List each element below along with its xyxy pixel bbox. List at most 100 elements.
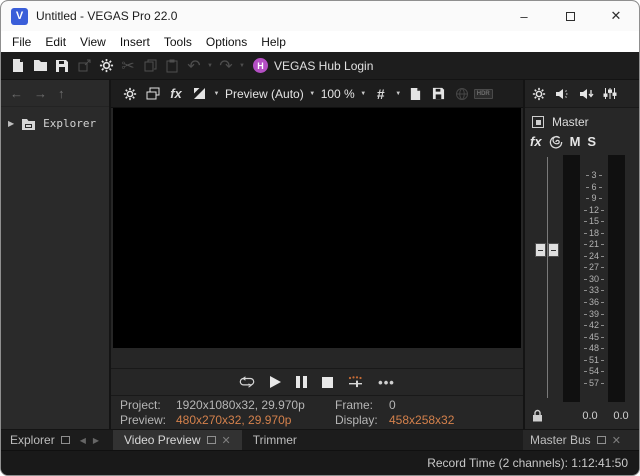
menu-item[interactable]: Options [199,33,254,51]
meter-scale-row: 45 [580,332,608,342]
tab-explorer[interactable]: Explorer ◀ ▶ [1,430,113,450]
paste-icon[interactable] [161,55,183,77]
frame-value: 0 [389,398,396,412]
nav-up-icon[interactable]: ↑ [58,86,65,101]
menu-item[interactable]: File [5,33,38,51]
float-window-icon[interactable] [206,436,216,444]
pause-button[interactable] [296,376,308,388]
new-project-icon[interactable] [7,55,29,77]
menu-bar: File Edit View Insert Tools Options Help [1,31,639,52]
undo-dropdown-icon[interactable]: ▼ [205,63,215,69]
close-button[interactable]: ✕ [593,1,639,31]
solo-button[interactable]: S [587,134,596,149]
save-snapshot-icon[interactable] [428,83,450,105]
maximize-button[interactable] [547,1,593,31]
meter-bar-left [563,155,580,402]
float-window-icon[interactable] [596,436,606,444]
plugin-chain-spiral-icon[interactable] [549,135,563,149]
master-bus-name: Master [552,115,589,129]
tab-scroll-left-icon[interactable]: ◀ [80,436,86,445]
overlays-grid-icon[interactable]: # [370,83,392,105]
bus-square-icon[interactable] [532,116,544,128]
lock-icon[interactable] [532,409,543,422]
copy-icon[interactable] [139,55,161,77]
redo-dropdown-icon[interactable]: ▼ [237,63,247,69]
split-screen-view-icon[interactable] [188,83,210,105]
preview-value: 480x270x32, 29.970p [176,413,292,427]
fader-handles[interactable] [535,243,559,257]
preview-quality-value[interactable]: Preview (Auto) [223,87,306,101]
stop-button[interactable] [322,376,334,388]
preview-properties-gear-icon[interactable] [119,83,141,105]
tree-expand-icon[interactable]: ▶ [8,119,14,128]
spatial-audio-icon[interactable] [451,83,473,105]
tab-master-bus[interactable]: Master Bus ✕ [523,430,639,450]
master-fx-button[interactable]: fx [530,134,542,149]
play-button[interactable] [270,376,282,388]
fader-handle-right[interactable] [548,243,559,257]
window-title: Untitled - VEGAS Pro 22.0 [36,9,178,23]
meter-scale-row: 48 [580,344,608,353]
preview-zoom-dropdown-icon[interactable]: ▼ [358,91,369,97]
shuttle-control-icon[interactable] [348,375,363,389]
meter-scale-row: 33 [580,286,608,295]
copy-snapshot-icon[interactable] [405,83,427,105]
open-project-icon[interactable] [29,55,51,77]
project-properties-gear-icon[interactable] [95,55,117,77]
mute-button[interactable]: M [570,134,581,149]
undo-icon[interactable]: ↶ [183,55,205,77]
close-tab-icon[interactable]: ✕ [612,434,621,447]
meter-scale-row: 6 [580,182,608,192]
share-icon[interactable] [73,55,95,77]
loop-playback-icon[interactable] [239,376,255,388]
nav-back-icon[interactable]: ← [10,86,23,101]
menu-item[interactable]: Insert [113,33,157,51]
fader-handle-left[interactable] [535,243,546,257]
status-bar: Record Time (2 channels): 1:12:41:50 [1,450,639,475]
menu-item[interactable]: View [73,33,113,51]
project-label: Project: [120,398,161,412]
record-time-status: Record Time (2 channels): 1:12:41:50 [427,456,628,470]
redo-icon[interactable]: ↷ [215,55,237,77]
video-preview-screen[interactable] [113,108,521,348]
dim-output-speaker-icon[interactable] [555,88,570,100]
cut-icon[interactable]: ✂ [117,55,139,77]
master-header: Master [525,108,639,129]
vegas-hub-login-button[interactable]: H VEGAS Hub Login [253,58,373,73]
split-screen-dropdown-icon[interactable]: ▼ [211,91,222,97]
app-window: V Untitled - VEGAS Pro 22.0 – ✕ File Edit… [0,0,640,476]
more-transport-options-icon[interactable]: ••• [378,375,395,390]
vegas-hub-login-label: VEGAS Hub Login [274,58,374,73]
video-output-fx-icon[interactable]: fx [165,83,187,105]
preview-quality-dropdown-icon[interactable]: ▼ [307,91,318,97]
menu-item[interactable]: Tools [157,33,199,51]
explorer-tree-root[interactable]: ▶ Explorer [1,107,109,130]
tab-video-preview[interactable]: Video Preview ✕ [113,430,242,450]
nav-forward-icon[interactable]: → [34,86,47,101]
master-fader[interactable] [527,151,559,404]
mixer-settings-gear-icon[interactable] [532,87,546,101]
downmix-output-icon[interactable] [579,88,594,100]
video-preview-panel: fx ▼ Preview (Auto) ▼ 100 % ▼ # ▼ HDR ••… [111,80,523,429]
menu-item[interactable]: Edit [38,33,73,51]
save-project-icon[interactable] [51,55,73,77]
float-window-icon[interactable] [60,436,70,444]
mixer-sliders-icon[interactable] [603,87,617,100]
meter-scale-row: 3 [580,171,608,180]
close-tab-icon[interactable]: ✕ [222,434,231,447]
meter-scale-row: 15 [580,217,608,226]
meter-scale-row: 39 [580,309,608,319]
meter-scale: 3 6 9 12 15 18 21 24 27 30 33 36 39 42 4… [580,155,608,402]
external-monitor-icon[interactable] [142,83,164,105]
tab-scroll-right-icon[interactable]: ▶ [93,436,99,445]
transport-bar: ••• [111,369,523,396]
meter-scale-row: 57 [580,378,608,388]
preview-zoom-value[interactable]: 100 % [319,87,357,101]
vegas-hub-icon: H [253,58,268,73]
overlays-dropdown-icon[interactable]: ▼ [393,91,404,97]
tab-trimmer[interactable]: Trimmer [242,430,308,450]
master-controls-row: fx M S [525,129,639,151]
menu-item[interactable]: Help [254,33,293,51]
title-bar: V Untitled - VEGAS Pro 22.0 – ✕ [1,1,639,31]
minimize-button[interactable]: – [501,1,547,31]
